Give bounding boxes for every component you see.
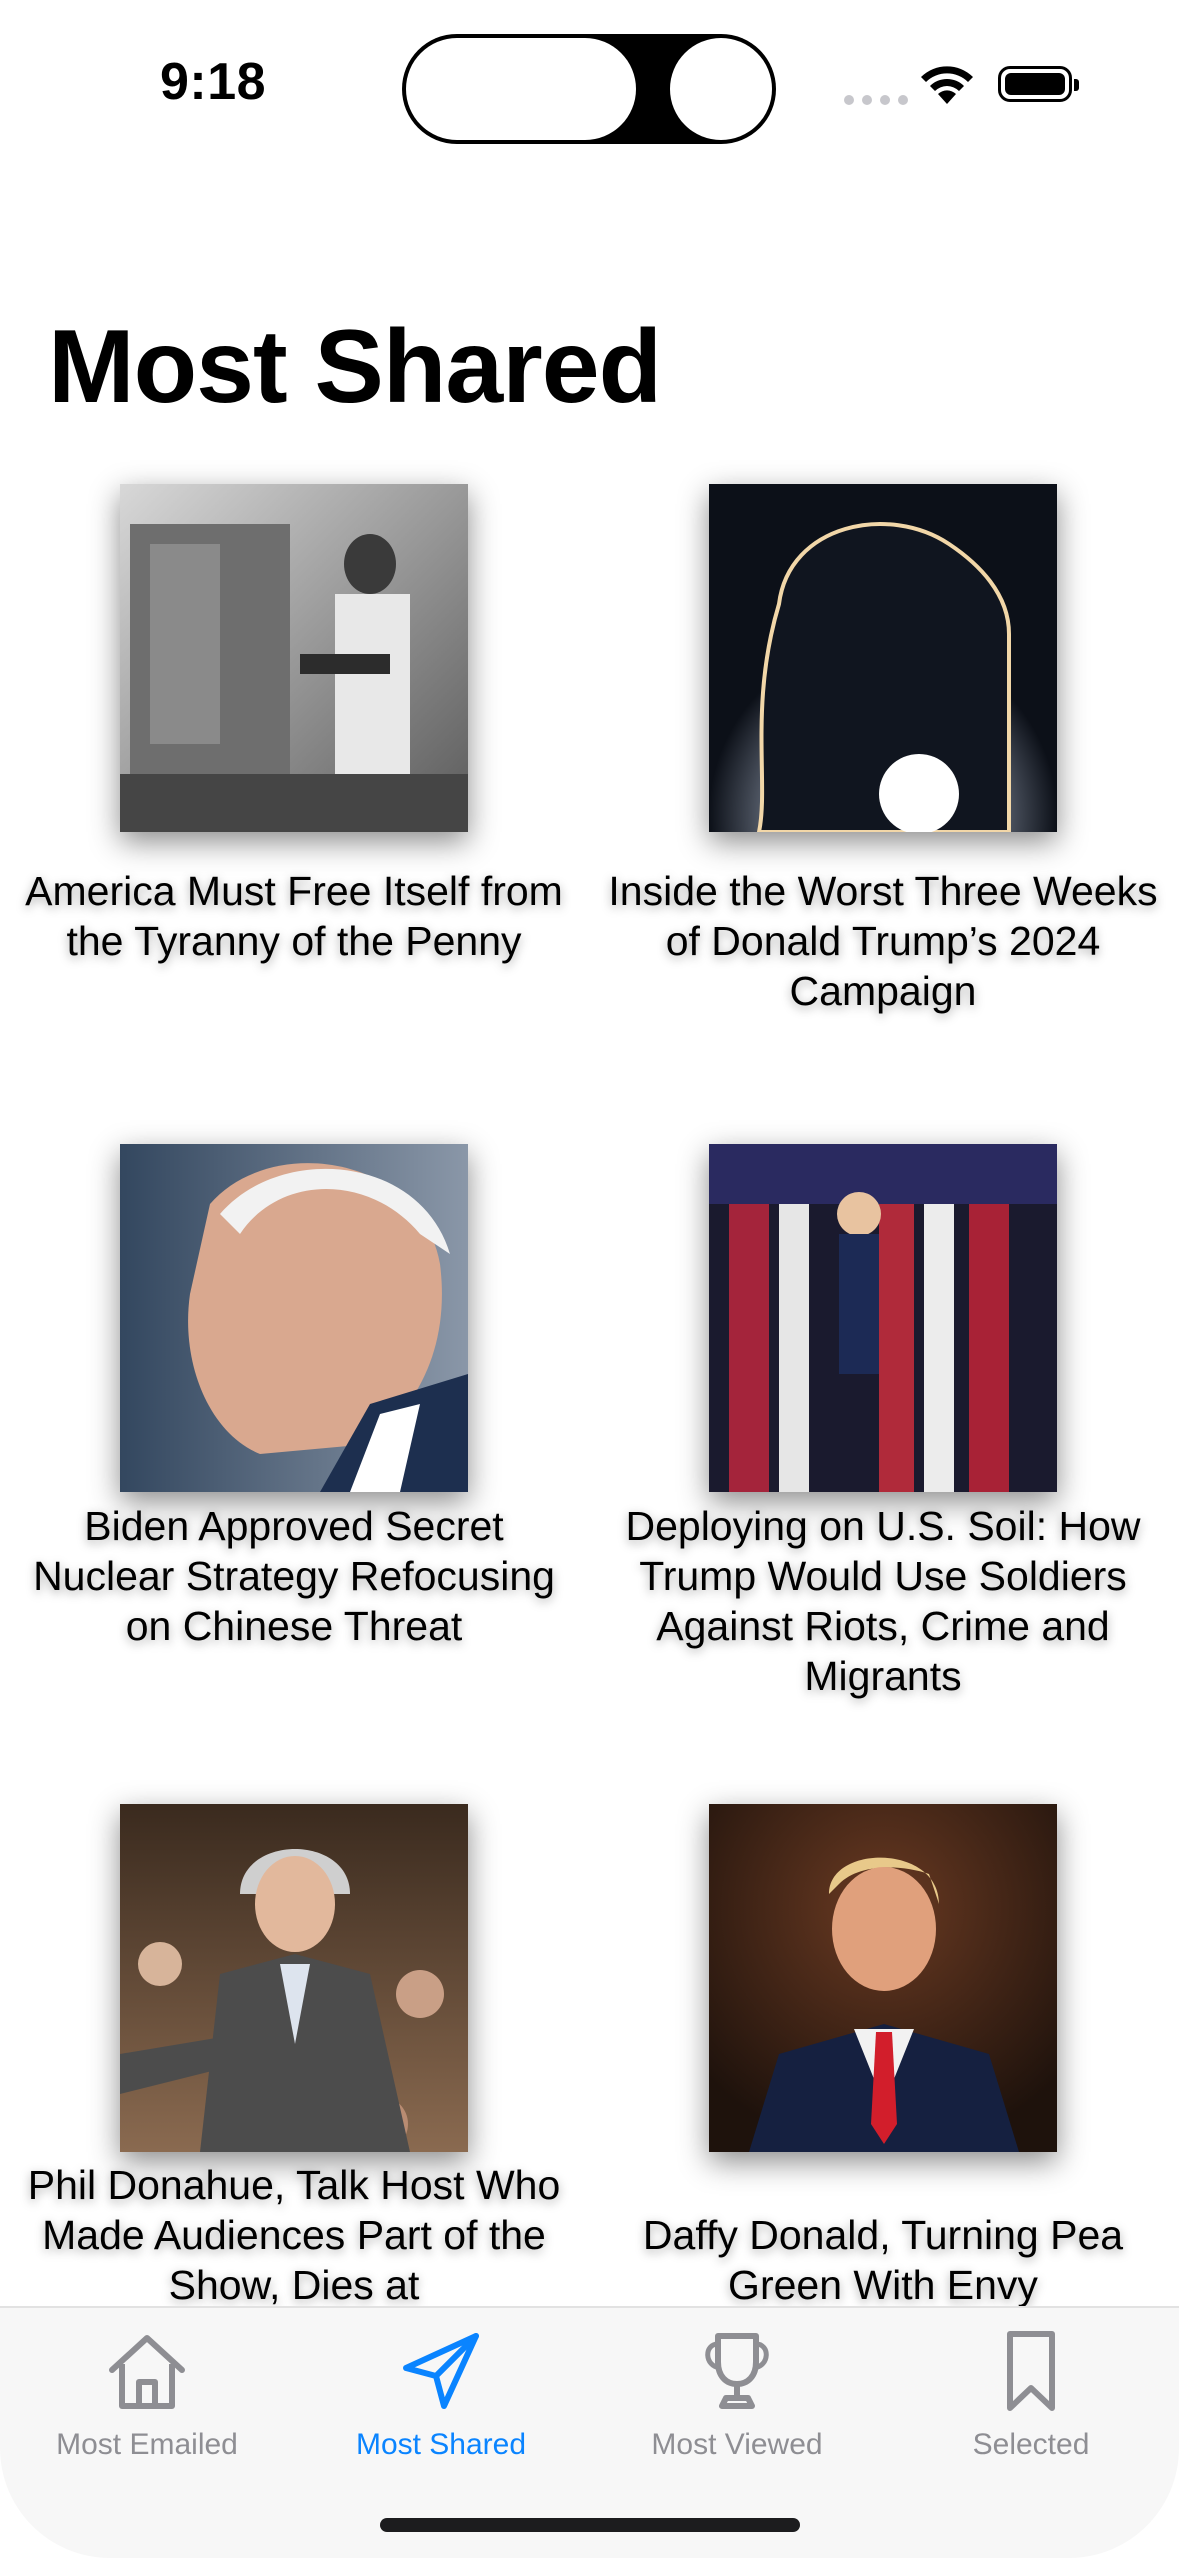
tab-label: Most Emailed: [56, 2428, 238, 2461]
tab-label: Most Shared: [355, 2428, 527, 2461]
article-headline[interactable]: Phil Donahue, Talk Host Who Made Audienc…: [14, 2160, 574, 2310]
article-thumbnail[interactable]: [709, 484, 1057, 832]
article-thumbnail[interactable]: [709, 1144, 1057, 1492]
article-headline[interactable]: Biden Approved Secret Nuclear Strategy R…: [14, 1501, 574, 1651]
article-thumbnail[interactable]: [120, 1144, 468, 1492]
bookmark-icon: [1007, 2331, 1055, 2411]
article-thumbnail[interactable]: [120, 484, 468, 832]
tab-selected[interactable]: Selected: [884, 2326, 1178, 2462]
article-headline[interactable]: Inside the Worst Three Weeks of Donald T…: [603, 866, 1163, 1016]
article-headline[interactable]: Deploying on U.S. Soil: How Trump Would …: [603, 1501, 1163, 1701]
home-indicator[interactable]: [380, 2518, 800, 2532]
tab-most-shared[interactable]: Most Shared: [294, 2326, 588, 2462]
article-headline[interactable]: America Must Free Itself from the Tyrann…: [14, 866, 574, 966]
cellular-signal-icon: [844, 95, 908, 105]
tab-most-viewed[interactable]: Most Viewed: [590, 2326, 884, 2462]
page-title: Most Shared: [48, 309, 662, 425]
house-icon: [109, 2335, 185, 2409]
battery-icon: [998, 66, 1079, 102]
status-time: 9:18: [160, 53, 267, 111]
wifi-icon: [921, 66, 973, 104]
trophy-icon: [705, 2333, 769, 2409]
article-headline[interactable]: Daffy Donald, Turning Pea Green With Env…: [603, 2210, 1163, 2310]
article-thumbnail[interactable]: [120, 1804, 468, 2152]
article-thumbnail[interactable]: [709, 1804, 1057, 2152]
tab-label: Selected: [972, 2428, 1090, 2461]
dynamic-island: [402, 34, 776, 144]
paper-plane-icon: [403, 2333, 479, 2409]
tab-most-emailed[interactable]: Most Emailed: [0, 2326, 294, 2462]
tab-label: Most Viewed: [651, 2428, 823, 2461]
